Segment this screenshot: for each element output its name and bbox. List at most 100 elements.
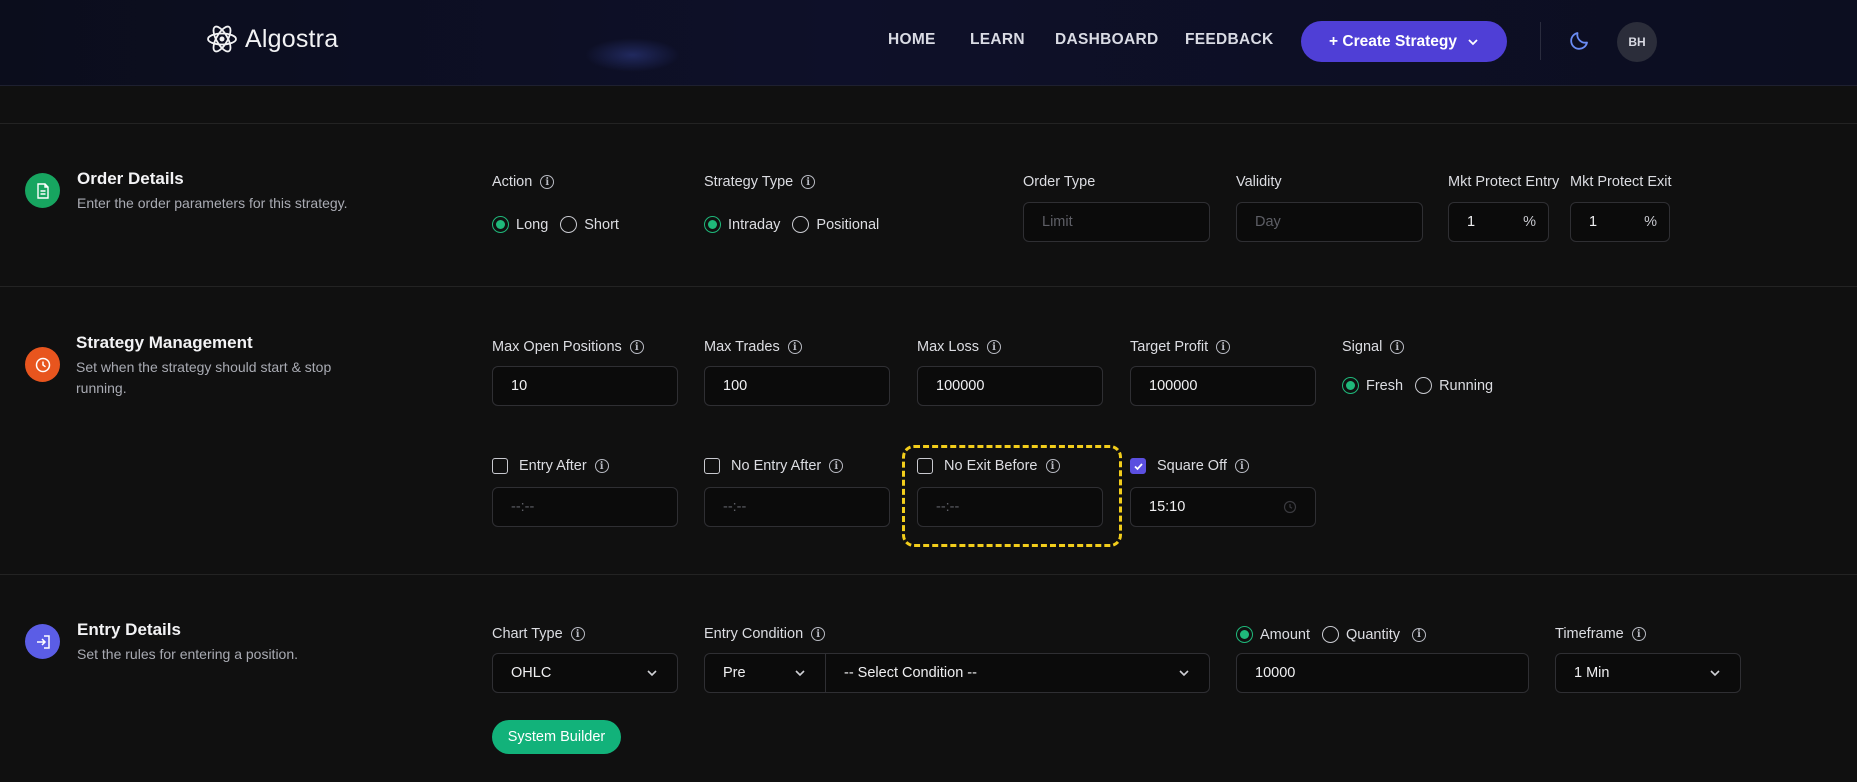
section-desc-entry-details: Set the rules for entering a position.: [77, 646, 299, 662]
signal-radio-group: Fresh Running: [1342, 377, 1497, 394]
radio-label: Positional: [816, 216, 880, 233]
order-type-label: Order Type: [1023, 174, 1096, 190]
info-icon[interactable]: i: [987, 340, 1002, 354]
square-off-label: Square Off i: [1130, 458, 1249, 474]
chart-type-select[interactable]: OHLC: [492, 653, 678, 693]
entry-condition-label: Entry Condition i: [704, 626, 826, 642]
entry-after-checkbox[interactable]: [492, 458, 508, 474]
radio-label: Long: [516, 216, 549, 233]
entry-condition-select[interactable]: -- Select Condition --: [825, 653, 1210, 693]
label-text: No Entry After: [731, 458, 822, 474]
section-title-order-details: Order Details: [77, 169, 184, 188]
clock-icon[interactable]: [1283, 500, 1297, 514]
radio-button[interactable]: [560, 216, 578, 233]
info-icon[interactable]: i: [787, 340, 802, 354]
mkt-protect-exit-label: Mkt Protect Exit: [1570, 174, 1672, 190]
no-entry-after-time-input[interactable]: --:--: [704, 487, 890, 527]
validity-input[interactable]: Day: [1236, 202, 1423, 242]
nav-link-dashboard[interactable]: DASHBOARD: [1055, 31, 1158, 49]
nav-link-feedback[interactable]: FEEDBACK: [1185, 31, 1274, 49]
mkt-protect-entry-input[interactable]: 1 %: [1448, 202, 1549, 242]
label-text: Entry After: [519, 458, 587, 474]
info-icon[interactable]: i: [570, 627, 585, 641]
strategy-management-icon: [25, 347, 60, 382]
radio-label: Intraday: [728, 216, 781, 233]
label-text: Square Off: [1157, 458, 1227, 474]
create-strategy-button[interactable]: + Create Strategy: [1301, 21, 1507, 62]
square-off-time-input[interactable]: 15:10: [1130, 487, 1316, 527]
radio-button-selected[interactable]: [1342, 377, 1359, 394]
info-icon[interactable]: i: [629, 340, 644, 354]
info-icon[interactable]: i: [811, 627, 826, 641]
nav-link-learn[interactable]: LEARN: [970, 31, 1025, 49]
sizing-radio-group: Amount Quantity i: [1236, 626, 1426, 643]
target-profit-input[interactable]: 100000: [1130, 366, 1316, 406]
info-icon[interactable]: i: [1411, 627, 1426, 642]
no-entry-after-checkbox[interactable]: [704, 458, 720, 474]
radio-label: Fresh: [1366, 377, 1404, 394]
system-builder-button[interactable]: System Builder: [492, 720, 621, 754]
label-text: Timeframe: [1555, 626, 1624, 642]
section-title-strategy-management: Strategy Management: [76, 333, 253, 352]
divider: [0, 574, 1857, 575]
no-entry-after-label: No Entry After i: [704, 458, 844, 474]
radio-quantity[interactable]: Quantity: [1321, 626, 1400, 643]
radio-intraday[interactable]: Intraday: [704, 216, 780, 233]
order-type-input[interactable]: Limit: [1023, 202, 1210, 242]
radio-label: Quantity: [1345, 626, 1400, 643]
info-icon[interactable]: i: [1216, 340, 1231, 354]
nav-link-home[interactable]: HOME: [888, 31, 936, 49]
label-text: Signal: [1342, 339, 1383, 355]
info-icon[interactable]: i: [1390, 340, 1405, 354]
max-trades-input[interactable]: 100: [704, 366, 890, 406]
square-off-checkbox[interactable]: [1130, 458, 1146, 474]
radio-positional[interactable]: Positional: [792, 216, 879, 233]
info-icon[interactable]: i: [540, 175, 555, 189]
enter-arrow-icon: [36, 634, 50, 649]
info-icon[interactable]: i: [1631, 627, 1646, 641]
radio-label: Running: [1439, 377, 1494, 394]
entry-after-time-input[interactable]: --:--: [492, 487, 678, 527]
radio-label: Amount: [1260, 626, 1310, 643]
label-text: Max Open Positions: [492, 339, 622, 355]
select-value: OHLC: [511, 665, 552, 681]
radio-button[interactable]: [1321, 626, 1339, 643]
radio-short[interactable]: Short: [560, 216, 619, 233]
radio-button[interactable]: [1415, 377, 1433, 394]
radio-long[interactable]: Long: [492, 216, 548, 233]
highlight-box: [902, 445, 1122, 547]
input-value: 1: [1589, 214, 1598, 230]
info-icon[interactable]: i: [594, 459, 609, 473]
strategy-type-label: Strategy Type i: [704, 174, 816, 190]
nav-divider: [1540, 22, 1541, 60]
order-details-icon: [25, 173, 60, 208]
radio-button-selected[interactable]: [1236, 626, 1253, 643]
info-icon[interactable]: i: [1234, 459, 1249, 473]
mkt-protect-exit-input[interactable]: 1 %: [1570, 202, 1670, 242]
radio-running[interactable]: Running: [1415, 377, 1493, 394]
entry-details-icon: [25, 624, 60, 659]
divider: [0, 123, 1857, 124]
label-text: Max Trades: [704, 339, 780, 355]
radio-button-selected[interactable]: [492, 216, 509, 233]
user-avatar[interactable]: BH: [1617, 22, 1657, 62]
target-profit-label: Target Profit i: [1130, 339, 1231, 355]
amount-input[interactable]: 10000: [1236, 653, 1529, 693]
info-icon[interactable]: i: [801, 175, 816, 189]
brand-logo[interactable]: Algostra: [205, 22, 338, 56]
max-loss-input[interactable]: 100000: [917, 366, 1103, 406]
radio-button-selected[interactable]: [704, 216, 721, 233]
timeframe-select[interactable]: 1 Min: [1555, 653, 1741, 693]
radio-button[interactable]: [792, 216, 810, 233]
radio-fresh[interactable]: Fresh: [1342, 377, 1403, 394]
percent-suffix: %: [1523, 214, 1536, 230]
max-open-positions-input[interactable]: 10: [492, 366, 678, 406]
dark-mode-moon-icon[interactable]: [1568, 28, 1592, 52]
mkt-protect-entry-label: Mkt Protect Entry: [1448, 174, 1560, 190]
nav-glow-decoration: [585, 38, 680, 72]
radio-amount[interactable]: Amount: [1236, 626, 1310, 643]
info-icon[interactable]: i: [829, 459, 844, 473]
select-value: Pre: [723, 665, 746, 681]
select-value: -- Select Condition --: [844, 665, 977, 681]
entry-timing-select[interactable]: Pre: [704, 653, 826, 693]
